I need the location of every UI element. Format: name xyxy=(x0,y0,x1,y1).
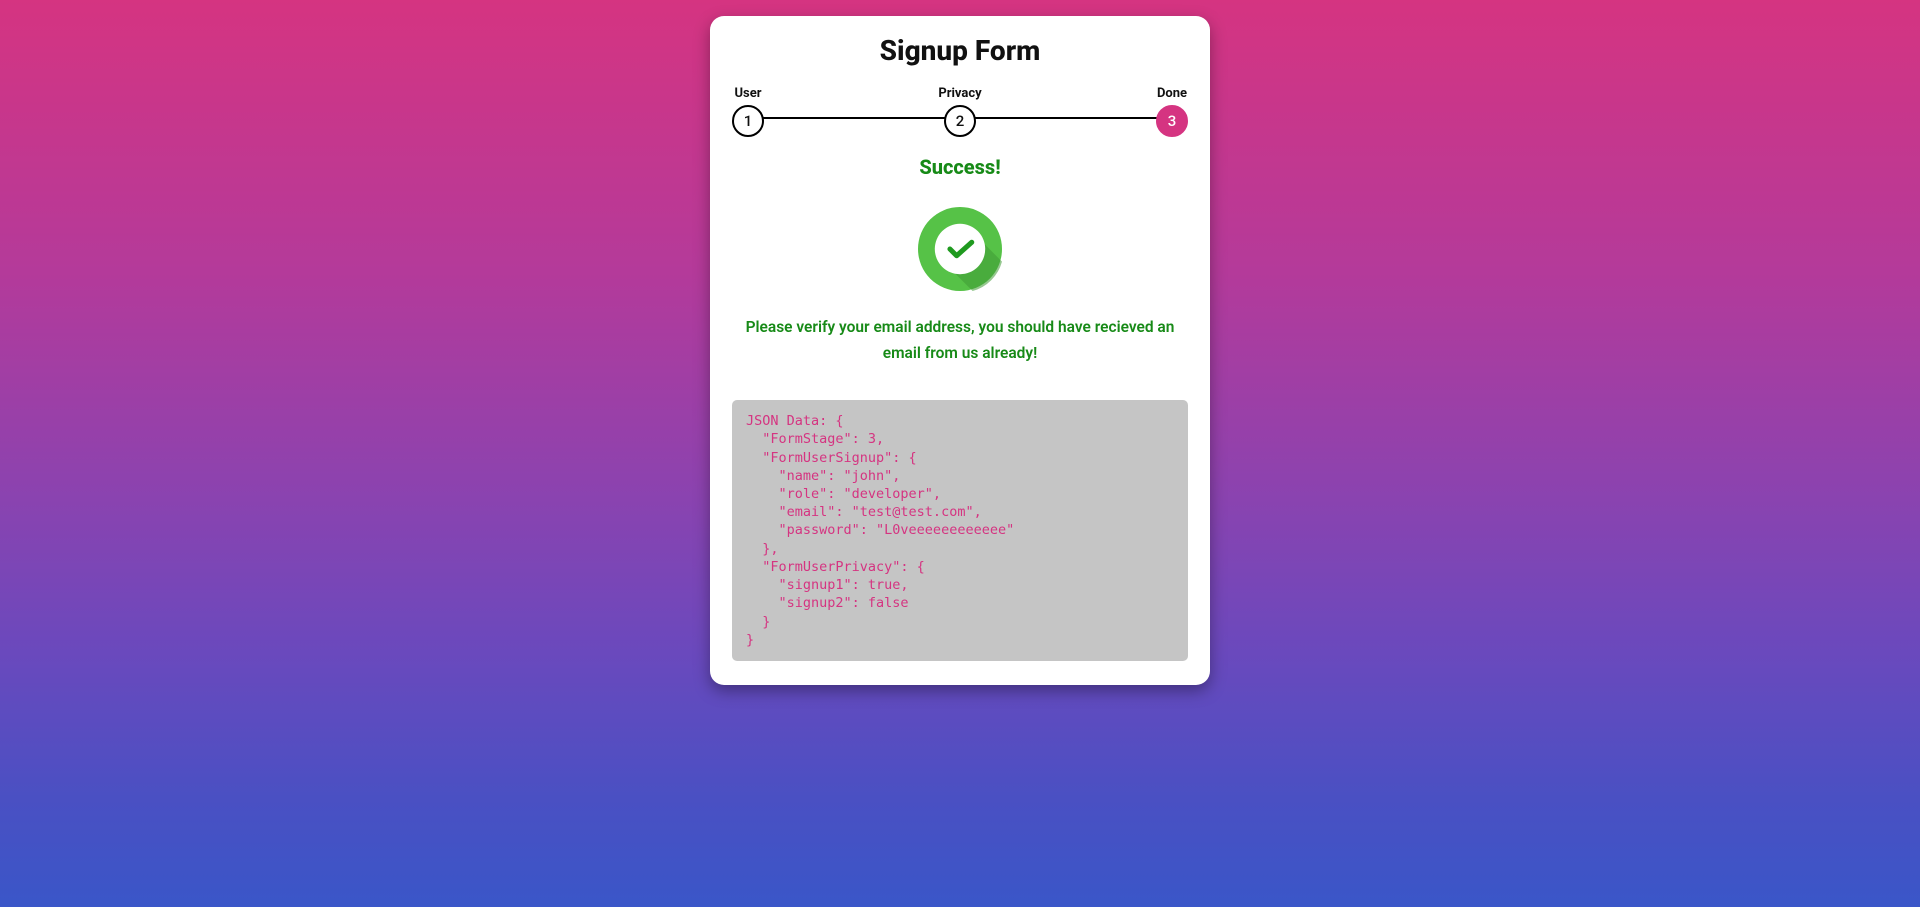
step-label: User xyxy=(734,86,761,101)
success-heading: Success! xyxy=(732,155,1188,179)
success-message: Please verify your email address, you sh… xyxy=(740,315,1180,366)
page-title: Signup Form xyxy=(732,34,1188,67)
completed-panel: Success! Please verify your email addres… xyxy=(732,155,1188,366)
step-privacy[interactable]: Privacy 2 xyxy=(938,81,981,137)
step-circle: 3 xyxy=(1156,105,1188,137)
step-circle: 1 xyxy=(732,105,764,137)
step-user[interactable]: User 1 xyxy=(732,81,764,137)
success-check-icon xyxy=(918,207,1002,291)
step-label: Done xyxy=(1157,86,1187,101)
stepper-row: User 1 Privacy 2 Done 3 xyxy=(732,81,1188,137)
signup-card: Signup Form User 1 Privacy 2 Done 3 Succ… xyxy=(710,16,1210,685)
json-data-dump: JSON Data: { "FormStage": 3, "FormUserSi… xyxy=(732,400,1188,661)
progress-stepper: User 1 Privacy 2 Done 3 xyxy=(732,81,1188,137)
step-label: Privacy xyxy=(938,86,981,101)
step-done[interactable]: Done 3 xyxy=(1156,81,1188,137)
step-circle: 2 xyxy=(944,105,976,137)
